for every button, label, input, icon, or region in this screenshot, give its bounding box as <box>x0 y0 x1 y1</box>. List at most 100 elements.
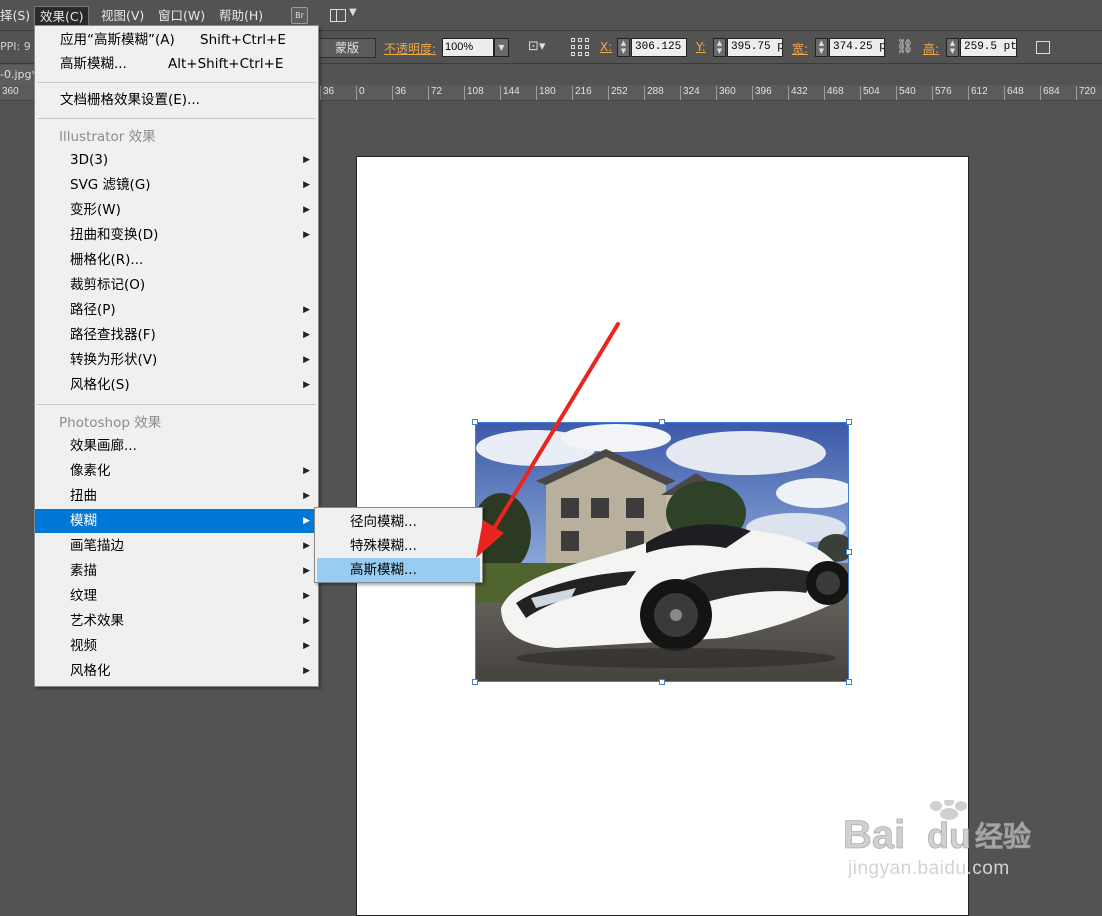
menu-item-pixelate[interactable]: 像素化 ▶ <box>35 459 318 483</box>
menu-item-3d[interactable]: 3D(3) ▶ <box>35 148 318 172</box>
menu-item-last-effect[interactable]: 高斯模糊... Alt+Shift+Ctrl+E <box>35 52 318 76</box>
menu-item-crop-marks[interactable]: 裁剪标记(O) <box>35 273 318 297</box>
y-input[interactable]: 395.75 p <box>727 38 783 57</box>
transform-icon[interactable] <box>1036 41 1050 54</box>
link-proportions-icon[interactable]: ⛓ <box>896 39 914 55</box>
height-label: 高: <box>923 42 940 56</box>
menu-item-shortcut: Shift+Ctrl+E <box>200 32 286 48</box>
menu-item-label: 纹理 <box>70 588 97 604</box>
submenu-arrow-icon: ▶ <box>303 380 310 390</box>
menu-item-label: 画笔描边 <box>70 538 124 554</box>
menu-item-distort-transform[interactable]: 扭曲和变换(D) ▶ <box>35 223 318 247</box>
ruler-tick: 684 <box>1040 86 1060 100</box>
y-stepper[interactable]: ▲ ▼ <box>713 38 726 57</box>
menu-help[interactable]: 帮助(H) <box>214 6 268 26</box>
ruler-tick: 144 <box>500 86 520 100</box>
menu-item-label: 高斯模糊... <box>350 562 417 578</box>
svg-text:Bai: Bai <box>843 813 905 857</box>
width-input[interactable]: 374.25 p <box>829 38 885 57</box>
ruler-tick: 288 <box>644 86 664 100</box>
menu-item-warp[interactable]: 变形(W) ▶ <box>35 198 318 222</box>
menu-item-video[interactable]: 视频 ▶ <box>35 634 318 658</box>
menu-item-apply-last-effect[interactable]: 应用“高斯模糊”(A) Shift+Ctrl+E <box>35 28 318 52</box>
ruler-tick: 36 <box>392 86 406 100</box>
bridge-icon[interactable]: Br <box>291 7 308 24</box>
opacity-input[interactable]: 100% <box>442 38 494 57</box>
align-icon[interactable]: ⊡▾ <box>528 39 554 57</box>
workspace-icon[interactable]: ▼ <box>330 7 358 24</box>
menu-item-label: 扭曲 <box>70 488 97 504</box>
menu-item-label: 效果画廊... <box>70 438 137 454</box>
ruler-tick: 324 <box>680 86 700 100</box>
submenu-arrow-icon: ▶ <box>303 305 310 315</box>
menu-item-label: 高斯模糊... <box>60 56 127 72</box>
placed-image[interactable] <box>475 422 849 682</box>
selection-handle[interactable] <box>846 679 852 685</box>
menu-window[interactable]: 窗口(W) <box>153 6 210 26</box>
menu-effect[interactable]: 效果(C) <box>34 6 90 26</box>
submenu-arrow-icon: ▶ <box>303 466 310 476</box>
selection-handle[interactable] <box>846 549 852 555</box>
selection-handle[interactable] <box>472 419 478 425</box>
menu-item-label: 径向模糊... <box>350 514 417 530</box>
ruler-tick: 468 <box>824 86 844 100</box>
ruler-tick: 432 <box>788 86 808 100</box>
mask-button[interactable]: 蒙版 <box>318 38 376 58</box>
menu-item-path[interactable]: 路径(P) ▶ <box>35 298 318 322</box>
submenu-arrow-icon: ▶ <box>303 641 310 651</box>
menu-item-effect-gallery[interactable]: 效果画廊... <box>35 434 318 458</box>
menu-item-sketch[interactable]: 素描 ▶ <box>35 559 318 583</box>
x-stepper[interactable]: ▲ ▼ <box>617 38 630 57</box>
menu-item-label: 扭曲和变换(D) <box>70 227 159 243</box>
menu-item-rasterize[interactable]: 栅格化(R)... <box>35 248 318 272</box>
menu-item-document-raster-settings[interactable]: 文档栅格效果设置(E)... <box>35 88 318 112</box>
submenu-arrow-icon: ▶ <box>303 491 310 501</box>
selection-handle[interactable] <box>846 419 852 425</box>
submenu-arrow-icon: ▶ <box>303 591 310 601</box>
menu-item-convert-to-shape[interactable]: 转换为形状(V) ▶ <box>35 348 318 372</box>
menu-item-shortcut: Alt+Shift+Ctrl+E <box>168 56 284 72</box>
opacity-dropdown-icon[interactable]: ▼ <box>494 38 509 57</box>
menu-item-blur[interactable]: 模糊 ▶ <box>35 509 318 533</box>
height-input[interactable]: 259.5 pt <box>960 38 1017 57</box>
selection-handle[interactable] <box>659 679 665 685</box>
menu-item-stylize[interactable]: 风格化(S) ▶ <box>35 373 318 397</box>
submenu-arrow-icon: ▶ <box>303 230 310 240</box>
submenu-arrow-icon: ▶ <box>303 616 310 626</box>
menu-select[interactable]: 择(S) <box>0 6 35 26</box>
x-input[interactable]: 306.125 ; <box>631 38 687 57</box>
selection-handle[interactable] <box>472 679 478 685</box>
menu-item-label: 裁剪标记(O) <box>70 277 146 293</box>
menu-item-smart-blur[interactable]: 特殊模糊... <box>315 534 482 558</box>
selection-handle[interactable] <box>659 419 665 425</box>
menu-item-label: 艺术效果 <box>70 613 124 629</box>
opacity-label[interactable]: 不透明度: <box>384 40 436 57</box>
menu-item-pathfinder[interactable]: 路径查找器(F) ▶ <box>35 323 318 347</box>
ruler-tick: 252 <box>608 86 628 100</box>
submenu-arrow-icon: ▶ <box>303 205 310 215</box>
menu-item-artistic[interactable]: 艺术效果 ▶ <box>35 609 318 633</box>
menu-item-distort[interactable]: 扭曲 ▶ <box>35 484 318 508</box>
watermark-url: jingyan.baidu.com <box>848 858 1010 879</box>
reference-point-icon[interactable] <box>571 38 591 58</box>
svg-text:经验: 经验 <box>975 820 1031 853</box>
ruler-tick: 396 <box>752 86 772 100</box>
submenu-arrow-icon: ▶ <box>303 330 310 340</box>
menu-item-texture[interactable]: 纹理 ▶ <box>35 584 318 608</box>
menu-item-radial-blur[interactable]: 径向模糊... <box>315 510 482 534</box>
menu-item-label: 路径查找器(F) <box>70 327 156 343</box>
width-stepper[interactable]: ▲ ▼ <box>815 38 828 57</box>
menu-item-brush-strokes[interactable]: 画笔描边 ▶ <box>35 534 318 558</box>
menu-view[interactable]: 视图(V) <box>96 6 149 26</box>
ruler-tick: 36 <box>320 86 334 100</box>
ruler-tick: 0 <box>356 86 365 100</box>
menu-item-gaussian-blur[interactable]: 高斯模糊... <box>317 558 480 582</box>
menu-item-stylize-ps[interactable]: 风格化 ▶ <box>35 659 318 683</box>
menu-item-svg-filters[interactable]: SVG 滤镜(G) ▶ <box>35 173 318 197</box>
ruler-tick: 540 <box>896 86 916 100</box>
ruler-tick: 72 <box>428 86 442 100</box>
height-stepper[interactable]: ▲ ▼ <box>946 38 959 57</box>
menu-item-label: SVG 滤镜(G) <box>70 177 151 193</box>
submenu-arrow-icon: ▶ <box>303 541 310 551</box>
ruler-tick: 180 <box>536 86 556 100</box>
